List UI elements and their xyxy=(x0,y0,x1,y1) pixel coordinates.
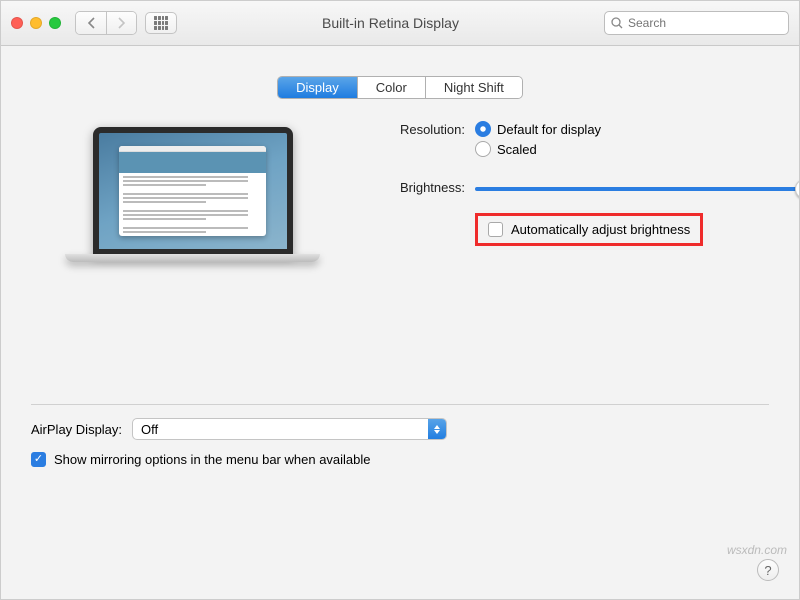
footer: AirPlay Display: Off Show mirroring opti… xyxy=(1,404,799,467)
mirroring-checkbox[interactable] xyxy=(31,452,46,467)
resolution-label: Resolution: xyxy=(360,121,475,137)
radio-icon xyxy=(475,141,491,157)
divider xyxy=(31,404,769,405)
show-all-button[interactable] xyxy=(145,12,177,34)
tab-bar: Display Color Night Shift xyxy=(277,76,523,99)
close-icon[interactable] xyxy=(11,17,23,29)
content-area: Display Color Night Shift xyxy=(1,46,799,599)
airplay-value: Off xyxy=(141,422,158,437)
titlebar: Built-in Retina Display xyxy=(1,1,799,46)
radio-label: Default for display xyxy=(497,122,601,137)
radio-scaled[interactable]: Scaled xyxy=(475,141,799,157)
display-preview xyxy=(65,121,320,264)
window-title: Built-in Retina Display xyxy=(185,15,596,31)
watermark: wsxdn.com xyxy=(727,543,787,557)
radio-default-for-display[interactable]: Default for display xyxy=(475,121,799,137)
forward-button[interactable] xyxy=(106,12,136,34)
brightness-slider[interactable] xyxy=(475,179,799,199)
slider-knob[interactable] xyxy=(795,179,799,199)
window-controls xyxy=(11,17,61,29)
preferences-window: Built-in Retina Display Display Color Ni… xyxy=(0,0,800,600)
radio-icon xyxy=(475,121,491,137)
auto-brightness-checkbox[interactable] xyxy=(488,222,503,237)
search-icon xyxy=(611,17,623,29)
minimize-icon[interactable] xyxy=(30,17,42,29)
zoom-icon[interactable] xyxy=(49,17,61,29)
nav-buttons xyxy=(75,11,137,35)
tab-night-shift[interactable]: Night Shift xyxy=(425,77,522,98)
airplay-label: AirPlay Display: xyxy=(31,422,122,437)
mirroring-label: Show mirroring options in the menu bar w… xyxy=(54,452,371,467)
help-button[interactable]: ? xyxy=(757,559,779,581)
tab-display[interactable]: Display xyxy=(278,77,357,98)
tab-color[interactable]: Color xyxy=(357,77,425,98)
auto-brightness-label: Automatically adjust brightness xyxy=(511,222,690,237)
search-input[interactable] xyxy=(628,16,782,30)
back-button[interactable] xyxy=(76,12,106,34)
settings-pane: Resolution: Default for display Scaled xyxy=(360,121,799,264)
search-field[interactable] xyxy=(604,11,789,35)
updown-icon xyxy=(428,418,446,440)
brightness-label: Brightness: xyxy=(360,179,475,195)
airplay-select[interactable]: Off xyxy=(132,418,447,440)
radio-label: Scaled xyxy=(497,142,537,157)
auto-brightness-highlight: Automatically adjust brightness xyxy=(475,213,703,246)
grid-icon xyxy=(154,16,168,30)
